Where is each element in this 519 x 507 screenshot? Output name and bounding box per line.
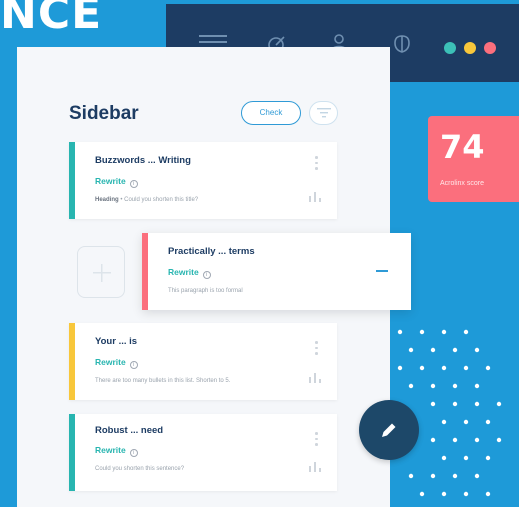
card-stripe xyxy=(69,323,75,400)
panel-title: Sidebar xyxy=(69,103,139,124)
suggestion-card[interactable]: Robust ... need Rewrite i Could you short… xyxy=(69,414,337,491)
suggestion-card[interactable]: Buzzwords ... Writing Rewrite i Heading •… xyxy=(69,142,337,219)
stats-icon[interactable] xyxy=(309,192,321,202)
status-dot-pink xyxy=(484,42,496,54)
card-title: Your ... is xyxy=(95,336,138,347)
pencil-icon xyxy=(382,423,396,437)
card-stripe xyxy=(142,233,148,310)
card-description: Heading • Could you shorten this title? xyxy=(95,197,198,203)
more-options-icon[interactable] xyxy=(315,156,318,173)
info-icon[interactable]: i xyxy=(129,361,138,369)
card-description: Could you shorten this sentence? xyxy=(95,466,185,472)
check-button[interactable]: Check xyxy=(241,101,301,125)
rewrite-link[interactable]: Rewrite i xyxy=(95,176,138,188)
rewrite-label: Rewrite xyxy=(95,357,126,367)
filter-button[interactable] xyxy=(309,101,338,125)
rewrite-label: Rewrite xyxy=(95,445,126,455)
card-desc-prefix: Heading xyxy=(95,197,119,203)
info-icon[interactable]: i xyxy=(202,271,211,279)
add-suggestion-button[interactable] xyxy=(77,246,125,298)
score-card: 74 Acrolinx score xyxy=(428,116,519,202)
sidebar-panel: Sidebar Check Buzzwords ... Writing Rewr… xyxy=(17,47,411,507)
brain-icon[interactable] xyxy=(392,34,412,54)
more-options-icon[interactable] xyxy=(315,341,318,358)
stats-icon[interactable] xyxy=(309,373,321,383)
more-options-icon[interactable] xyxy=(315,432,318,449)
edit-fab-button[interactable] xyxy=(359,400,419,460)
filter-icon xyxy=(317,108,331,118)
rewrite-label: Rewrite xyxy=(168,267,199,277)
collapse-icon[interactable] xyxy=(376,270,388,272)
plus-icon xyxy=(93,264,111,282)
card-title: Robust ... need xyxy=(95,425,164,436)
rewrite-label: Rewrite xyxy=(95,176,126,186)
card-stripe xyxy=(69,142,75,219)
rewrite-link[interactable]: Rewrite i xyxy=(95,357,138,369)
rewrite-link[interactable]: Rewrite i xyxy=(168,267,211,279)
suggestion-card-active[interactable]: Practically ... terms Rewrite i This para… xyxy=(142,233,411,310)
rewrite-link[interactable]: Rewrite i xyxy=(95,445,138,457)
card-title: Practically ... terms xyxy=(168,246,255,257)
status-dot-teal xyxy=(444,42,456,54)
card-title: Buzzwords ... Writing xyxy=(95,155,191,166)
status-dot-yellow xyxy=(464,42,476,54)
stats-icon[interactable] xyxy=(309,462,321,472)
score-label: Acrolinx score xyxy=(440,180,484,187)
score-value: 74 xyxy=(440,128,485,166)
card-description: This paragraph is too formal xyxy=(168,288,243,294)
info-icon[interactable]: i xyxy=(129,180,138,188)
headline-text: NCE xyxy=(0,0,103,39)
suggestion-card[interactable]: Your ... is Rewrite i There are too many … xyxy=(69,323,337,400)
info-icon[interactable]: i xyxy=(129,449,138,457)
card-stripe xyxy=(69,414,75,491)
card-desc-text: • Could you shorten this title? xyxy=(118,197,199,203)
card-description: There are too many bullets in this list.… xyxy=(95,378,231,384)
